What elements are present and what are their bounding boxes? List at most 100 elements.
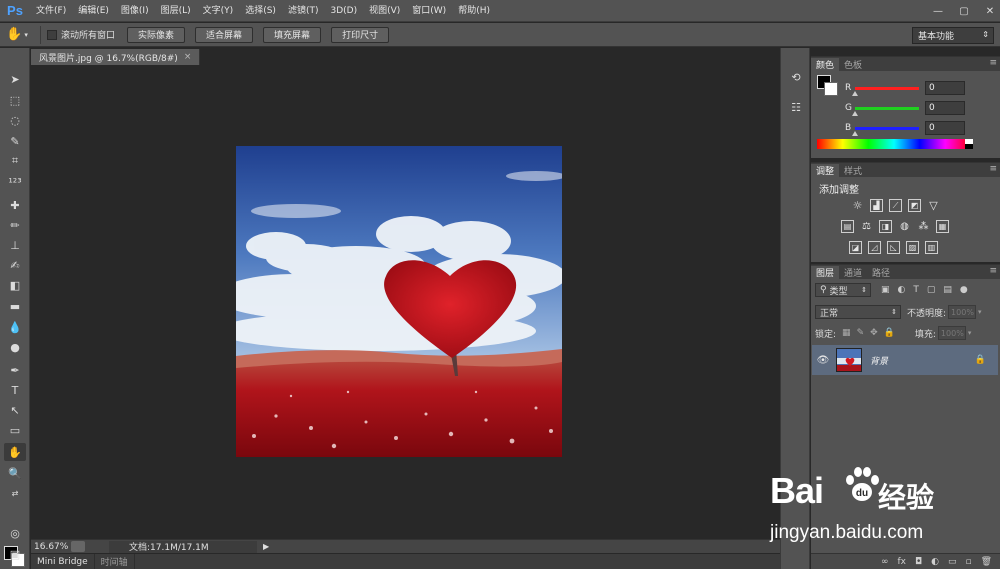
tab-timeline[interactable]: 时间轴	[95, 554, 135, 569]
selective-color-icon[interactable]: ▥	[925, 241, 938, 254]
eye-visibility-icon[interactable]: 👁	[812, 355, 834, 366]
blue-value-input[interactable]: 0	[925, 121, 965, 135]
lock-all-icon[interactable]: 🔒	[884, 328, 895, 338]
menu-select[interactable]: 选择(S)	[239, 0, 282, 22]
new-layer-icon[interactable]: ▫	[965, 557, 971, 567]
close-tab-icon[interactable]: ×	[184, 52, 192, 62]
menu-edit[interactable]: 编辑(E)	[72, 0, 115, 22]
menu-type[interactable]: 文字(Y)	[197, 0, 240, 22]
close-button[interactable]: ✕	[984, 5, 996, 17]
healing-brush-tool-icon[interactable]: ✚	[4, 196, 26, 214]
menu-image[interactable]: 图像(I)	[115, 0, 155, 22]
zoom-level[interactable]: 16.67%	[31, 542, 71, 552]
filter-pixel-icon[interactable]: ▣	[881, 285, 890, 295]
hue-saturation-icon[interactable]: ▤	[841, 220, 854, 233]
tab-color[interactable]: 颜色	[811, 58, 840, 71]
brush-tool-icon[interactable]: ✏	[4, 216, 26, 234]
path-select-tool-icon[interactable]: ↖	[4, 401, 26, 419]
status-menu-arrow-icon[interactable]: ▶	[263, 542, 269, 551]
opacity-input[interactable]: 100%	[948, 305, 977, 319]
scroll-all-windows-checkbox[interactable]	[47, 29, 57, 40]
new-adjustment-layer-icon[interactable]: ◐	[931, 557, 939, 567]
tab-channels[interactable]: 通道	[839, 266, 867, 279]
menu-file[interactable]: 文件(F)	[30, 0, 72, 22]
marquee-tool-icon[interactable]: ⬚	[4, 91, 26, 109]
vibrance-icon[interactable]: ▽	[927, 199, 940, 212]
filter-adjustment-icon[interactable]: ◐	[898, 285, 906, 295]
menu-3d[interactable]: 3D(D)	[324, 0, 363, 22]
tab-layers[interactable]: 图层	[811, 266, 840, 279]
threshold-icon[interactable]: ◺	[887, 241, 900, 254]
hand-tool-icon[interactable]: ✋	[4, 443, 26, 461]
exposure-icon[interactable]: ◩	[908, 199, 921, 212]
photo-filter-icon[interactable]: ◍	[898, 220, 911, 233]
crop-tool-icon[interactable]: ⌗	[4, 152, 26, 170]
status-info-icon[interactable]	[71, 541, 85, 552]
move-tool-icon[interactable]: ➤	[4, 70, 26, 88]
history-brush-tool-icon[interactable]: ✍	[4, 256, 26, 274]
tab-swatches[interactable]: 色板	[839, 58, 867, 71]
zoom-tool-icon[interactable]: 🔍	[4, 464, 26, 482]
tab-mini-bridge[interactable]: Mini Bridge	[31, 554, 95, 569]
color-lookup-icon[interactable]: ▦	[936, 220, 949, 233]
quick-mask-icon[interactable]: ◎	[4, 524, 26, 542]
lock-image-icon[interactable]: ✎	[857, 328, 865, 338]
new-group-icon[interactable]: ▭	[948, 557, 957, 567]
color-balance-icon[interactable]: ⚖	[860, 220, 873, 233]
blend-mode-select[interactable]: 正常 ⇕	[815, 305, 901, 319]
green-value-input[interactable]: 0	[925, 101, 965, 115]
posterize-icon[interactable]: ◿	[868, 241, 881, 254]
red-value-input[interactable]: 0	[925, 81, 965, 95]
lock-position-icon[interactable]: ✥	[870, 328, 878, 338]
quick-select-tool-icon[interactable]: ✎	[4, 132, 26, 150]
menu-filter[interactable]: 滤镜(T)	[282, 0, 325, 22]
menu-view[interactable]: 视图(V)	[363, 0, 406, 22]
restore-button[interactable]: ▢	[958, 5, 970, 17]
menu-help[interactable]: 帮助(H)	[452, 0, 496, 22]
panel-menu-icon[interactable]: ≡	[989, 164, 997, 174]
landscape-image[interactable]	[236, 146, 562, 457]
panel-menu-icon[interactable]: ≡	[989, 58, 997, 68]
opacity-arrow-icon[interactable]: ▾	[978, 308, 982, 316]
eraser-tool-icon[interactable]: ◧	[4, 276, 26, 294]
shape-tool-icon[interactable]: ▭	[4, 421, 26, 439]
fill-input[interactable]: 100%	[937, 326, 966, 340]
filter-shape-icon[interactable]: ▢	[927, 285, 936, 295]
tab-adjustments[interactable]: 调整	[811, 164, 840, 177]
blue-slider[interactable]	[852, 126, 919, 136]
color-background-swatch[interactable]	[824, 82, 838, 96]
blur-tool-icon[interactable]: 💧	[4, 318, 26, 336]
swap-colors-icon[interactable]: ⇄	[4, 484, 26, 502]
link-layers-icon[interactable]: ∞	[881, 557, 889, 567]
pen-tool-icon[interactable]: ✒	[4, 361, 26, 379]
black-white-picker[interactable]	[965, 139, 973, 149]
layer-background[interactable]: 👁 背景 🔒	[812, 345, 998, 375]
invert-icon[interactable]: ◪	[849, 241, 862, 254]
gradient-tool-icon[interactable]: ▬	[4, 297, 26, 315]
red-slider[interactable]	[852, 86, 919, 96]
workspace-select[interactable]: 基本功能 ⇕	[912, 27, 994, 44]
gradient-map-icon[interactable]: ▨	[906, 241, 919, 254]
actual-pixels-button[interactable]: 实际像素	[127, 26, 186, 43]
black-white-icon[interactable]: ◨	[879, 220, 892, 233]
print-size-button[interactable]: 打印尺寸	[331, 26, 390, 43]
layer-mask-icon[interactable]: ◘	[915, 557, 922, 567]
clone-stamp-tool-icon[interactable]: ⊥	[4, 236, 26, 254]
layer-style-icon[interactable]: fx	[897, 557, 906, 567]
layer-filter-select[interactable]: ⚲ 类型 ⇕	[815, 283, 871, 297]
tab-paths[interactable]: 路径	[867, 266, 895, 279]
hand-tool-preset-icon[interactable]: ✋ ▾	[0, 23, 34, 47]
green-slider[interactable]	[852, 106, 919, 116]
filter-toggle-icon[interactable]: ●	[960, 285, 968, 295]
fill-screen-button[interactable]: 填充屏幕	[263, 26, 322, 43]
minimize-button[interactable]: —	[932, 5, 944, 17]
properties-panel-icon[interactable]: ☷	[787, 98, 805, 116]
delete-layer-icon[interactable]: 🗑	[981, 557, 992, 567]
menu-window[interactable]: 窗口(W)	[406, 0, 452, 22]
menu-layer[interactable]: 图层(L)	[155, 0, 197, 22]
layer-name[interactable]: 背景	[870, 354, 888, 367]
history-panel-icon[interactable]: ⟲	[787, 68, 805, 86]
panel-menu-icon[interactable]: ≡	[989, 266, 997, 276]
lasso-tool-icon[interactable]: ◌	[4, 111, 26, 129]
curves-icon[interactable]: ⟋	[889, 199, 902, 212]
